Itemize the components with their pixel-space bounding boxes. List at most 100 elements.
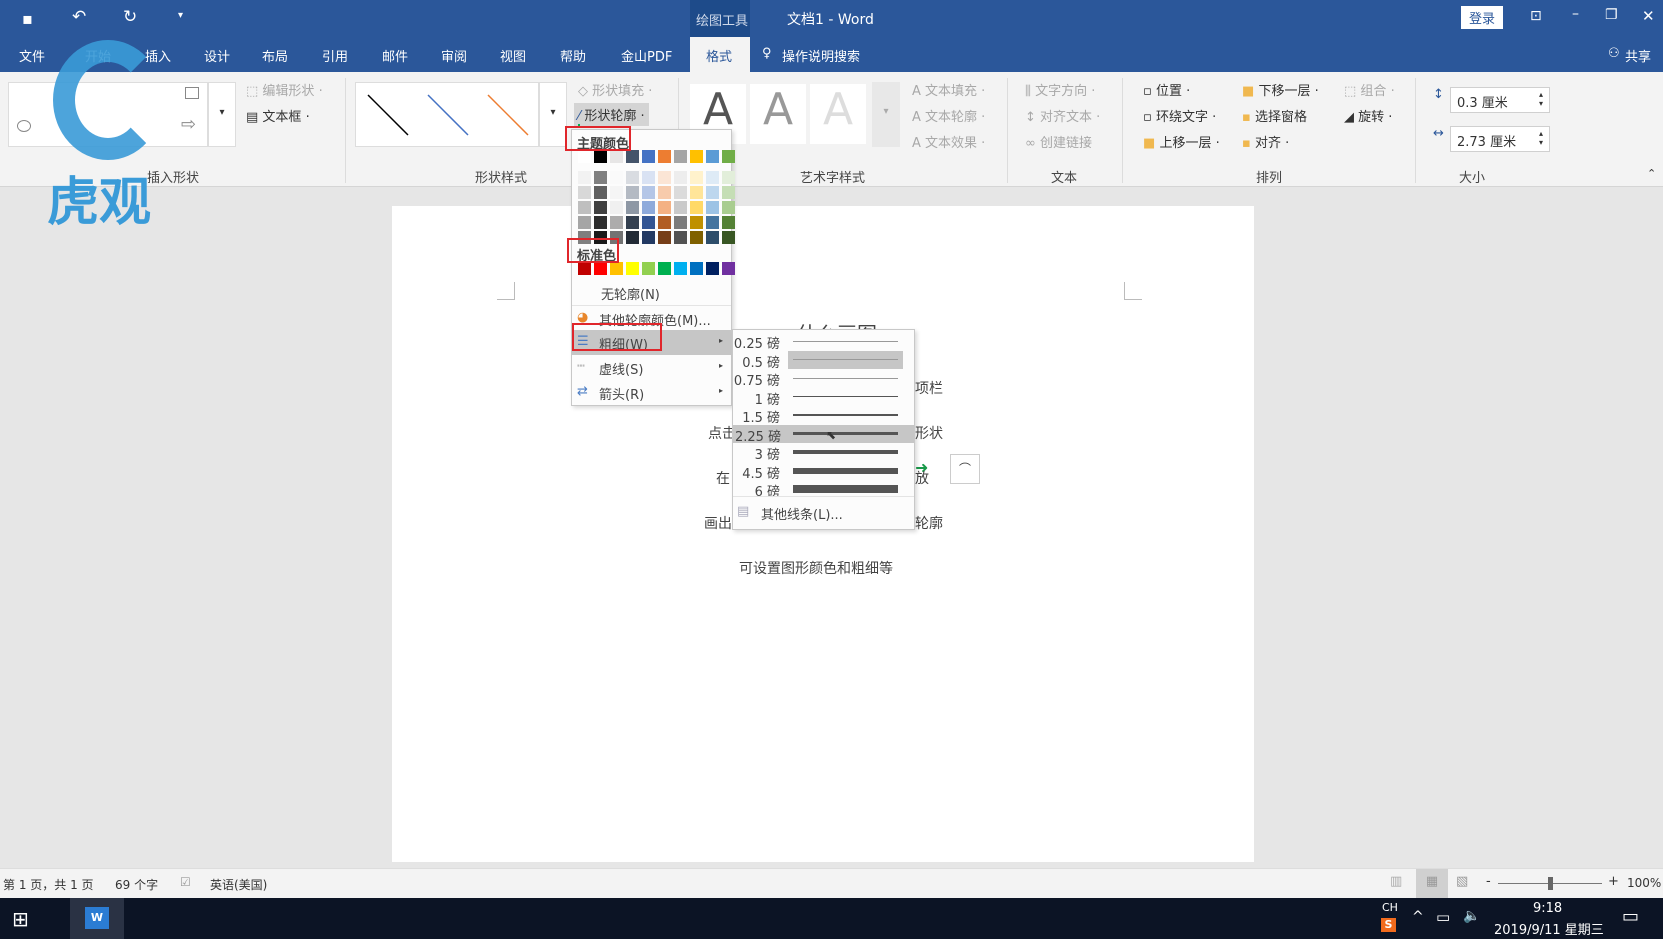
document-page[interactable]: …什么画图 项栏 点击 形状 在 ➜ 放 ⌒ 画出 轮廓 可设置图形颜色和粗细等 xyxy=(392,206,1254,862)
theme-color-swatch[interactable] xyxy=(674,216,687,229)
shape-outline-button[interactable]: ⁄ 形状轮廓 · xyxy=(574,103,649,127)
sogou-ime-icon[interactable]: S xyxy=(1381,918,1396,932)
theme-color-swatch[interactable] xyxy=(722,231,735,244)
weight-option[interactable]: 3 磅 xyxy=(733,443,914,463)
shape-fill-button[interactable]: ◇ 形状填充 · xyxy=(578,80,652,99)
theme-color-swatch[interactable] xyxy=(674,171,687,184)
standard-color-swatch[interactable] xyxy=(690,262,703,275)
customize-icon[interactable]: ▾ xyxy=(178,10,183,21)
theme-color-swatch[interactable] xyxy=(626,150,639,163)
theme-color-swatch[interactable] xyxy=(658,201,671,214)
theme-color-swatch[interactable] xyxy=(610,186,623,199)
bring-forward-button[interactable]: ■ 上移一层 · xyxy=(1143,132,1220,151)
theme-color-swatch[interactable] xyxy=(674,186,687,199)
show-hidden-icons[interactable]: ^ xyxy=(1412,909,1424,925)
theme-color-swatch[interactable] xyxy=(594,186,607,199)
position-button[interactable]: ▫ 位置 · xyxy=(1143,80,1190,99)
text-direction-button[interactable]: ⫼ 文字方向 · xyxy=(1025,80,1095,99)
theme-color-swatch[interactable] xyxy=(626,231,639,244)
theme-color-swatch[interactable] xyxy=(610,150,623,163)
word-taskbar-button[interactable]: W xyxy=(70,898,124,939)
theme-color-swatch[interactable] xyxy=(674,150,687,163)
theme-color-swatch[interactable] xyxy=(658,150,671,163)
clock-time[interactable]: 9:18 xyxy=(1533,901,1562,916)
login-button[interactable]: 登录 xyxy=(1461,6,1504,29)
read-mode-icon[interactable]: ▥ xyxy=(1390,874,1402,889)
tab-layout[interactable]: 布局 xyxy=(262,46,288,65)
standard-color-swatch[interactable] xyxy=(578,262,591,275)
weight-option[interactable]: 2.25 磅 xyxy=(733,424,914,445)
theme-color-swatch[interactable] xyxy=(706,216,719,229)
theme-color-swatch[interactable] xyxy=(722,171,735,184)
shape-style-gallery[interactable] xyxy=(355,82,539,147)
theme-color-swatch[interactable] xyxy=(690,171,703,184)
theme-color-swatch[interactable] xyxy=(690,150,703,163)
theme-color-swatch[interactable] xyxy=(706,186,719,199)
theme-color-swatch[interactable] xyxy=(722,150,735,163)
theme-color-swatch[interactable] xyxy=(642,186,655,199)
theme-color-swatch[interactable] xyxy=(658,231,671,244)
volume-icon[interactable]: 🔈 xyxy=(1463,908,1480,924)
weight-option[interactable]: 4.5 磅 xyxy=(733,462,914,482)
edit-shape-button[interactable]: ⬚ 编辑形状 · xyxy=(246,80,323,99)
weight-option[interactable]: 0.75 磅 xyxy=(733,369,914,389)
theme-color-swatch[interactable] xyxy=(626,201,639,214)
standard-color-swatch[interactable] xyxy=(626,262,639,275)
theme-color-swatch[interactable] xyxy=(706,201,719,214)
theme-color-swatch[interactable] xyxy=(722,186,735,199)
style-line-black[interactable] xyxy=(367,94,409,136)
theme-color-swatch[interactable] xyxy=(658,171,671,184)
close-icon[interactable]: ✕ xyxy=(1642,7,1655,25)
align-button[interactable]: ▪ 对齐 · xyxy=(1242,132,1289,151)
more-lines-item[interactable]: 其他线条(L)... xyxy=(761,504,843,523)
clock-date[interactable]: 2019/9/11 星期三 xyxy=(1494,919,1604,938)
rotate-button[interactable]: ◢ 旋转 · xyxy=(1344,106,1392,125)
theme-color-swatch[interactable] xyxy=(578,150,591,163)
zoom-out-button[interactable]: - xyxy=(1486,874,1491,889)
redo-icon[interactable]: ↻ xyxy=(123,7,137,27)
restore-icon[interactable]: ❐ xyxy=(1605,7,1618,23)
theme-color-swatch[interactable] xyxy=(722,201,735,214)
text-outline-button[interactable]: A 文本轮廓 · xyxy=(912,106,985,125)
network-icon[interactable]: ▭ xyxy=(1436,908,1450,926)
group-button[interactable]: ⬚ 组合 · xyxy=(1344,80,1395,99)
text-box-button[interactable]: ▤ 文本框 · xyxy=(246,106,310,125)
undo-icon[interactable]: ↶ xyxy=(72,7,86,27)
tab-mailings[interactable]: 邮件 xyxy=(382,46,408,65)
oval-shape-icon[interactable] xyxy=(17,120,31,132)
text-fill-button[interactable]: A 文本填充 · xyxy=(912,80,985,99)
word-count[interactable]: 69 个字 xyxy=(115,876,158,893)
shape-style-more[interactable]: ▾ xyxy=(539,82,567,147)
theme-color-swatch[interactable] xyxy=(610,171,623,184)
arrow-shape-icon[interactable]: ⇨ xyxy=(181,114,196,135)
style-line-orange[interactable] xyxy=(487,94,529,136)
windows-start-icon[interactable]: ⊞ xyxy=(12,907,29,931)
dashes-item[interactable]: ┅ 虚线(S) ▸ xyxy=(572,355,731,380)
theme-color-swatch[interactable] xyxy=(594,171,607,184)
standard-color-swatch[interactable] xyxy=(658,262,671,275)
wordart-style-2[interactable]: A xyxy=(750,84,806,144)
theme-color-swatch[interactable] xyxy=(594,201,607,214)
print-layout-icon[interactable]: ▦ xyxy=(1416,869,1448,898)
tab-view[interactable]: 视图 xyxy=(500,46,526,65)
ime-indicator[interactable]: CH xyxy=(1382,901,1398,914)
theme-color-swatch[interactable] xyxy=(642,216,655,229)
tab-design[interactable]: 设计 xyxy=(204,46,230,65)
save-icon[interactable]: ▪ xyxy=(22,9,33,28)
theme-color-swatch[interactable] xyxy=(674,231,687,244)
tell-me-search[interactable]: 操作说明搜索 xyxy=(782,46,860,65)
tab-references[interactable]: 引用 xyxy=(322,46,348,65)
wordart-more[interactable]: ▾ xyxy=(872,82,900,147)
theme-color-swatch[interactable] xyxy=(706,150,719,163)
proofing-icon[interactable]: ☑ xyxy=(180,875,191,889)
text-effects-button[interactable]: A 文本效果 · xyxy=(912,132,985,151)
send-backward-button[interactable]: ■ 下移一层 · xyxy=(1242,80,1319,99)
theme-color-swatch[interactable] xyxy=(578,186,591,199)
notification-icon[interactable]: ▭ xyxy=(1622,906,1639,927)
create-link-button[interactable]: ∞ 创建链接 xyxy=(1025,132,1092,151)
theme-color-swatch[interactable] xyxy=(642,150,655,163)
language[interactable]: 英语(美国) xyxy=(210,876,267,893)
theme-color-swatch[interactable] xyxy=(674,201,687,214)
tab-file[interactable]: 文件 xyxy=(19,46,45,65)
width-spinner[interactable]: 2.73 厘米 ▴ ▾ xyxy=(1450,126,1550,152)
